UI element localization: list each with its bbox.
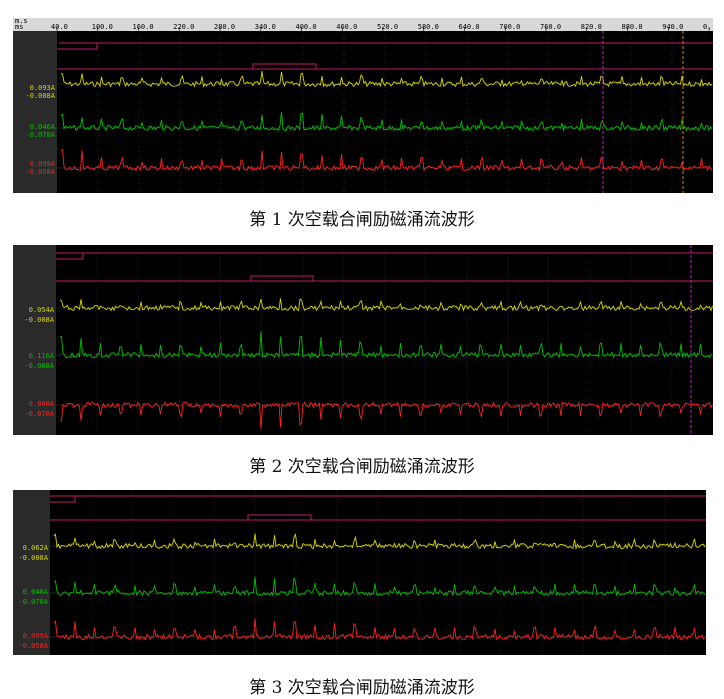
channel-min-label: -0.058A bbox=[18, 642, 48, 650]
waveform-panel-1: m.s ms 40.0 100.0 160.0 220.0 280.0 340.0 400.0 4… bbox=[13, 18, 713, 193]
waveform-series-2 bbox=[53, 576, 706, 598]
time-axis-bar bbox=[13, 18, 713, 31]
axis-tick-label: 700.0 bbox=[499, 23, 520, 31]
channel-label-strip bbox=[13, 490, 50, 655]
waveform-chart-1: m.sms 40.0 100.0 160.0 220.0 280.0 340.0 400.0 4… bbox=[13, 18, 713, 193]
waveform-series-2 bbox=[60, 111, 713, 133]
axis-tick-label: 880.0 bbox=[622, 23, 643, 31]
axis-tick-label: 520.0 bbox=[377, 23, 398, 31]
waveform-series-1 bbox=[59, 298, 713, 312]
channel-max-label: 0.054A bbox=[29, 306, 55, 314]
waveform-group: 0.054A -0.008A 0.116A -0.008A 0.000A -0.070A bbox=[13, 245, 713, 435]
waveform-group: 0.062A -0.008A 0.046A -0.070A 0.099A -0.058A bbox=[13, 490, 706, 655]
channel-max-label: 0.093A bbox=[30, 84, 56, 92]
axis-tick-label: 820.0 bbox=[581, 23, 602, 31]
waveform-series-2 bbox=[59, 331, 713, 359]
channel-min-label: -0.008A bbox=[25, 92, 55, 100]
waveform-panel-3: 0.062A -0.008A 0.046A -0.070A 0.099A -0.058A bbox=[13, 490, 706, 655]
waveform-series-3 bbox=[53, 618, 706, 641]
channel-max-label: 0.116A bbox=[29, 352, 55, 360]
channel-max-label: 0.000A bbox=[29, 400, 55, 408]
waveform-series-3 bbox=[60, 149, 713, 172]
axis-tick-label: 40.0 bbox=[51, 23, 68, 31]
breaker-close-pulse bbox=[56, 275, 713, 282]
axis-tick-label: 160.0 bbox=[133, 23, 154, 31]
axis-tick-label: 0. bbox=[703, 23, 711, 31]
axis-tick-label: 460.0 bbox=[336, 23, 357, 31]
figure-caption-3: 第 3 次空载合闸励磁涌流波形 bbox=[249, 678, 475, 698]
axis-tick-label: 580.0 bbox=[418, 23, 439, 31]
breaker-close-pulse bbox=[57, 63, 713, 70]
channel-min-label: -0.058A bbox=[25, 168, 55, 176]
channel-min-label: -0.008A bbox=[24, 362, 54, 370]
axis-tick-label: 640.0 bbox=[459, 23, 480, 31]
axis-tick-label: 400.0 bbox=[296, 23, 317, 31]
axis-tick-label: 340.0 bbox=[255, 23, 276, 31]
channel-max-label: 0.046A bbox=[23, 588, 49, 596]
channel-min-label: -0.070A bbox=[24, 410, 54, 418]
channel-min-label: -0.070A bbox=[25, 131, 55, 139]
channel-min-label: -0.008A bbox=[18, 554, 48, 562]
axis-tick-label: 220.0 bbox=[173, 23, 194, 31]
channel-min-label: -0.008A bbox=[24, 316, 54, 324]
axis-tick-label: 940.0 bbox=[662, 23, 683, 31]
axis-tick-label: 280.0 bbox=[214, 23, 235, 31]
axis-tick-label: 100.0 bbox=[92, 23, 113, 31]
figure-caption-2: 第 2 次空载合闸励磁涌流波形 bbox=[249, 457, 475, 477]
waveform-chart-2: 0.054A -0.008A 0.116A -0.008A 0.000A -0.070A bbox=[13, 245, 713, 435]
channel-max-label: 0.062A bbox=[23, 544, 49, 552]
axis-tick-label: 760.0 bbox=[540, 23, 561, 31]
channel-max-label: 0.099A bbox=[30, 160, 56, 168]
waveform-group: m.sms 40.0 100.0 160.0 220.0 280.0 340.0 400.0 4… bbox=[13, 18, 713, 193]
channel-max-label: 0.046A bbox=[30, 123, 56, 131]
status-step-line bbox=[50, 495, 706, 503]
breaker-close-pulse bbox=[50, 514, 706, 521]
waveform-series-3 bbox=[59, 401, 713, 430]
waveform-panel-2: 0.054A -0.008A 0.116A -0.008A 0.000A -0.070A bbox=[13, 245, 713, 435]
axis-unit-bottom: ms bbox=[15, 23, 23, 31]
waveform-chart-3: 0.062A -0.008A 0.046A -0.070A 0.099A -0.058A bbox=[13, 490, 706, 655]
channel-min-label: -0.070A bbox=[18, 598, 48, 606]
figure-caption-1: 第 1 次空载合闸励磁涌流波形 bbox=[249, 210, 475, 230]
channel-max-label: 0.099A bbox=[23, 632, 49, 640]
